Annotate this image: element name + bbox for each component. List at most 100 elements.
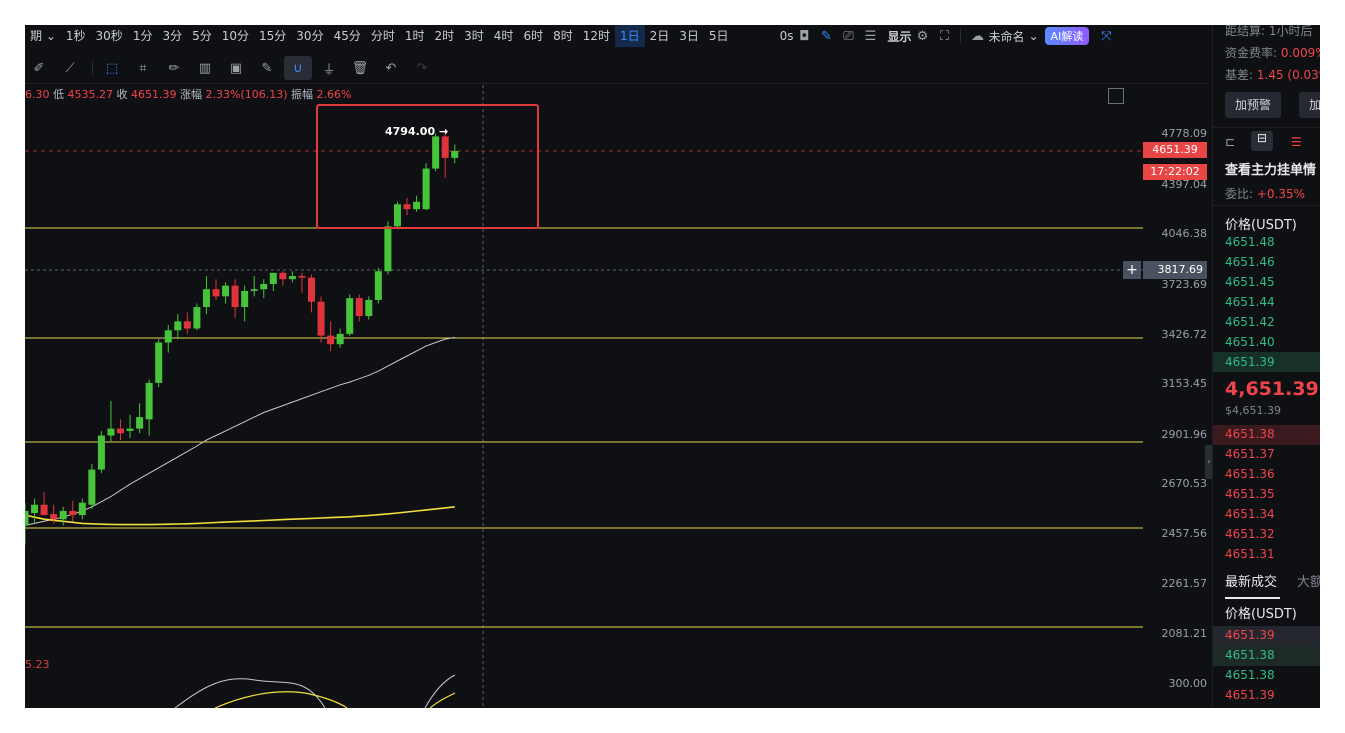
tab-underline (1225, 597, 1280, 599)
oscillator-value: 5.23 (25, 658, 50, 671)
candle-body (393, 204, 401, 227)
ask-price[interactable]: 4651.36 (1225, 467, 1275, 481)
price-header: 价格(USDT) (1225, 218, 1297, 233)
ask-price[interactable]: 4651.35 (1225, 487, 1275, 501)
ask-price[interactable]: 4651.38 (1225, 427, 1275, 441)
current-price-label: 4651.39 (1143, 142, 1207, 158)
candle-body (31, 504, 39, 514)
trade-price: 4651.39 (1225, 628, 1275, 642)
add-alert-button-2[interactable]: 加 (1299, 92, 1320, 118)
oscillator-line-yellow-2 (429, 692, 456, 708)
candlestick-chart[interactable] (25, 25, 1210, 708)
orderbook-view-icon[interactable]: ⊟ (1251, 131, 1273, 151)
bid-price[interactable]: 4651.42 (1225, 315, 1275, 329)
candle-body (174, 321, 182, 331)
axis-tick-label: 4046.38 (1161, 227, 1208, 240)
candle-body (355, 298, 363, 316)
bid-price[interactable]: 4651.45 (1225, 275, 1275, 289)
candle-body (222, 285, 230, 297)
candle-body (136, 417, 144, 429)
ask-price[interactable]: 4651.31 (1225, 547, 1275, 561)
crosshair-add-icon[interactable]: + (1123, 261, 1141, 279)
basis-value: 1.45 (0.03%) (1256, 68, 1320, 82)
bid-price[interactable]: 4651.44 (1225, 295, 1275, 309)
ask-price[interactable]: 4651.32 (1225, 527, 1275, 541)
axis-tick-label: 2670.53 (1161, 477, 1208, 490)
candle-body (441, 136, 449, 158)
ask-price[interactable]: 4651.37 (1225, 447, 1275, 461)
last-price-usd: $4,651.39 (1225, 404, 1281, 417)
axis-tick-label: 2901.96 (1161, 428, 1208, 441)
orderbook-panel: 距结算: 1小时后 资金费率: 0.009% 基差: 1.45 (0.03%) … (1212, 25, 1320, 708)
candle-body (78, 502, 86, 516)
layout-icon[interactable]: ⊏ (1225, 135, 1235, 149)
ma-line-yellow (25, 506, 455, 526)
candle-body (308, 277, 315, 302)
candle-body (432, 136, 440, 169)
add-alert-button[interactable]: 加预警 (1225, 92, 1282, 118)
last-price: 4,651.39 (1225, 378, 1319, 400)
trade-price: 4651.39 (1225, 688, 1275, 702)
axis-tick-label: 3426.72 (1161, 328, 1208, 341)
candle-body (202, 289, 210, 308)
axis-tick-label: 3153.45 (1161, 377, 1208, 390)
candle-body (374, 271, 382, 300)
candle-body (117, 428, 124, 434)
candle-body (384, 226, 392, 272)
candle-body (25, 510, 29, 526)
panel-divider (1213, 127, 1320, 128)
candle-body (288, 276, 296, 280)
axis-tick-label: 300.00 (1168, 677, 1208, 690)
oscillator-line-white-2 (424, 674, 456, 708)
asks-view-icon[interactable]: ☰ (1291, 135, 1302, 149)
ratio-label: 委比: (1225, 187, 1254, 201)
candle-body (183, 321, 191, 329)
candle-body (298, 276, 306, 278)
candle-body (212, 289, 220, 297)
trade-price: 4651.38 (1225, 648, 1275, 662)
candle-body (327, 335, 335, 345)
candle-body (126, 428, 134, 431)
axis-tick-label: 3723.69 (1161, 278, 1208, 291)
candle-body (260, 283, 268, 290)
candle-body (451, 151, 459, 158)
funding-rate-value: 0.009% (1280, 46, 1320, 60)
axis-tick-label: 4778.09 (1161, 127, 1208, 140)
oscillator-line-yellow (214, 691, 348, 708)
large-trades-tab[interactable]: 大额 (1297, 571, 1320, 590)
ask-price[interactable]: 4651.34 (1225, 507, 1275, 521)
settlement-time: 距结算: 1小时后 (1225, 25, 1313, 38)
candle-body (336, 333, 344, 345)
candle-body (145, 382, 153, 420)
basis-label: 基差: (1225, 68, 1254, 82)
candle-body (69, 510, 77, 516)
axis-tick-label: 2457.56 (1161, 527, 1208, 540)
bid-price[interactable]: 4651.46 (1225, 255, 1275, 269)
chart-app: 期 ⌄ 1秒 30秒 1分 3分 5分 10分 15分 30分 45分 分时 1时 2时 3时 4时 6时 8… (25, 25, 1320, 708)
ratio-value: +0.35% (1256, 187, 1306, 201)
candle-body (155, 342, 163, 383)
candle-body (59, 510, 67, 520)
candle-body (241, 291, 249, 308)
bid-price[interactable]: 4651.48 (1225, 235, 1275, 249)
candle-body (346, 298, 354, 334)
depth-link[interactable]: 查看主力挂单情 (1225, 159, 1316, 178)
candle-body (50, 514, 58, 520)
candle-body (269, 272, 277, 284)
candle-body (107, 428, 115, 436)
bid-price[interactable]: 4651.39 (1225, 355, 1275, 369)
peak-annotation: 4794.00 → (385, 125, 449, 138)
candle-body (164, 330, 172, 343)
peak-annotation-value: 4794.00 (385, 125, 436, 138)
candle-body (88, 469, 96, 505)
oscillator-line-white (174, 678, 326, 708)
trades-price-header: 价格(USDT) (1225, 607, 1297, 622)
expand-chart-icon[interactable] (1108, 88, 1124, 104)
crosshair-price-label: 3817.69 (1143, 261, 1207, 279)
funding-rate-label: 资金费率: (1225, 46, 1278, 60)
candle-body (413, 201, 421, 210)
bid-price[interactable]: 4651.40 (1225, 335, 1275, 349)
candle-body (193, 307, 201, 329)
latest-trades-tab[interactable]: 最新成交 (1225, 571, 1277, 590)
candle-body (40, 504, 48, 516)
